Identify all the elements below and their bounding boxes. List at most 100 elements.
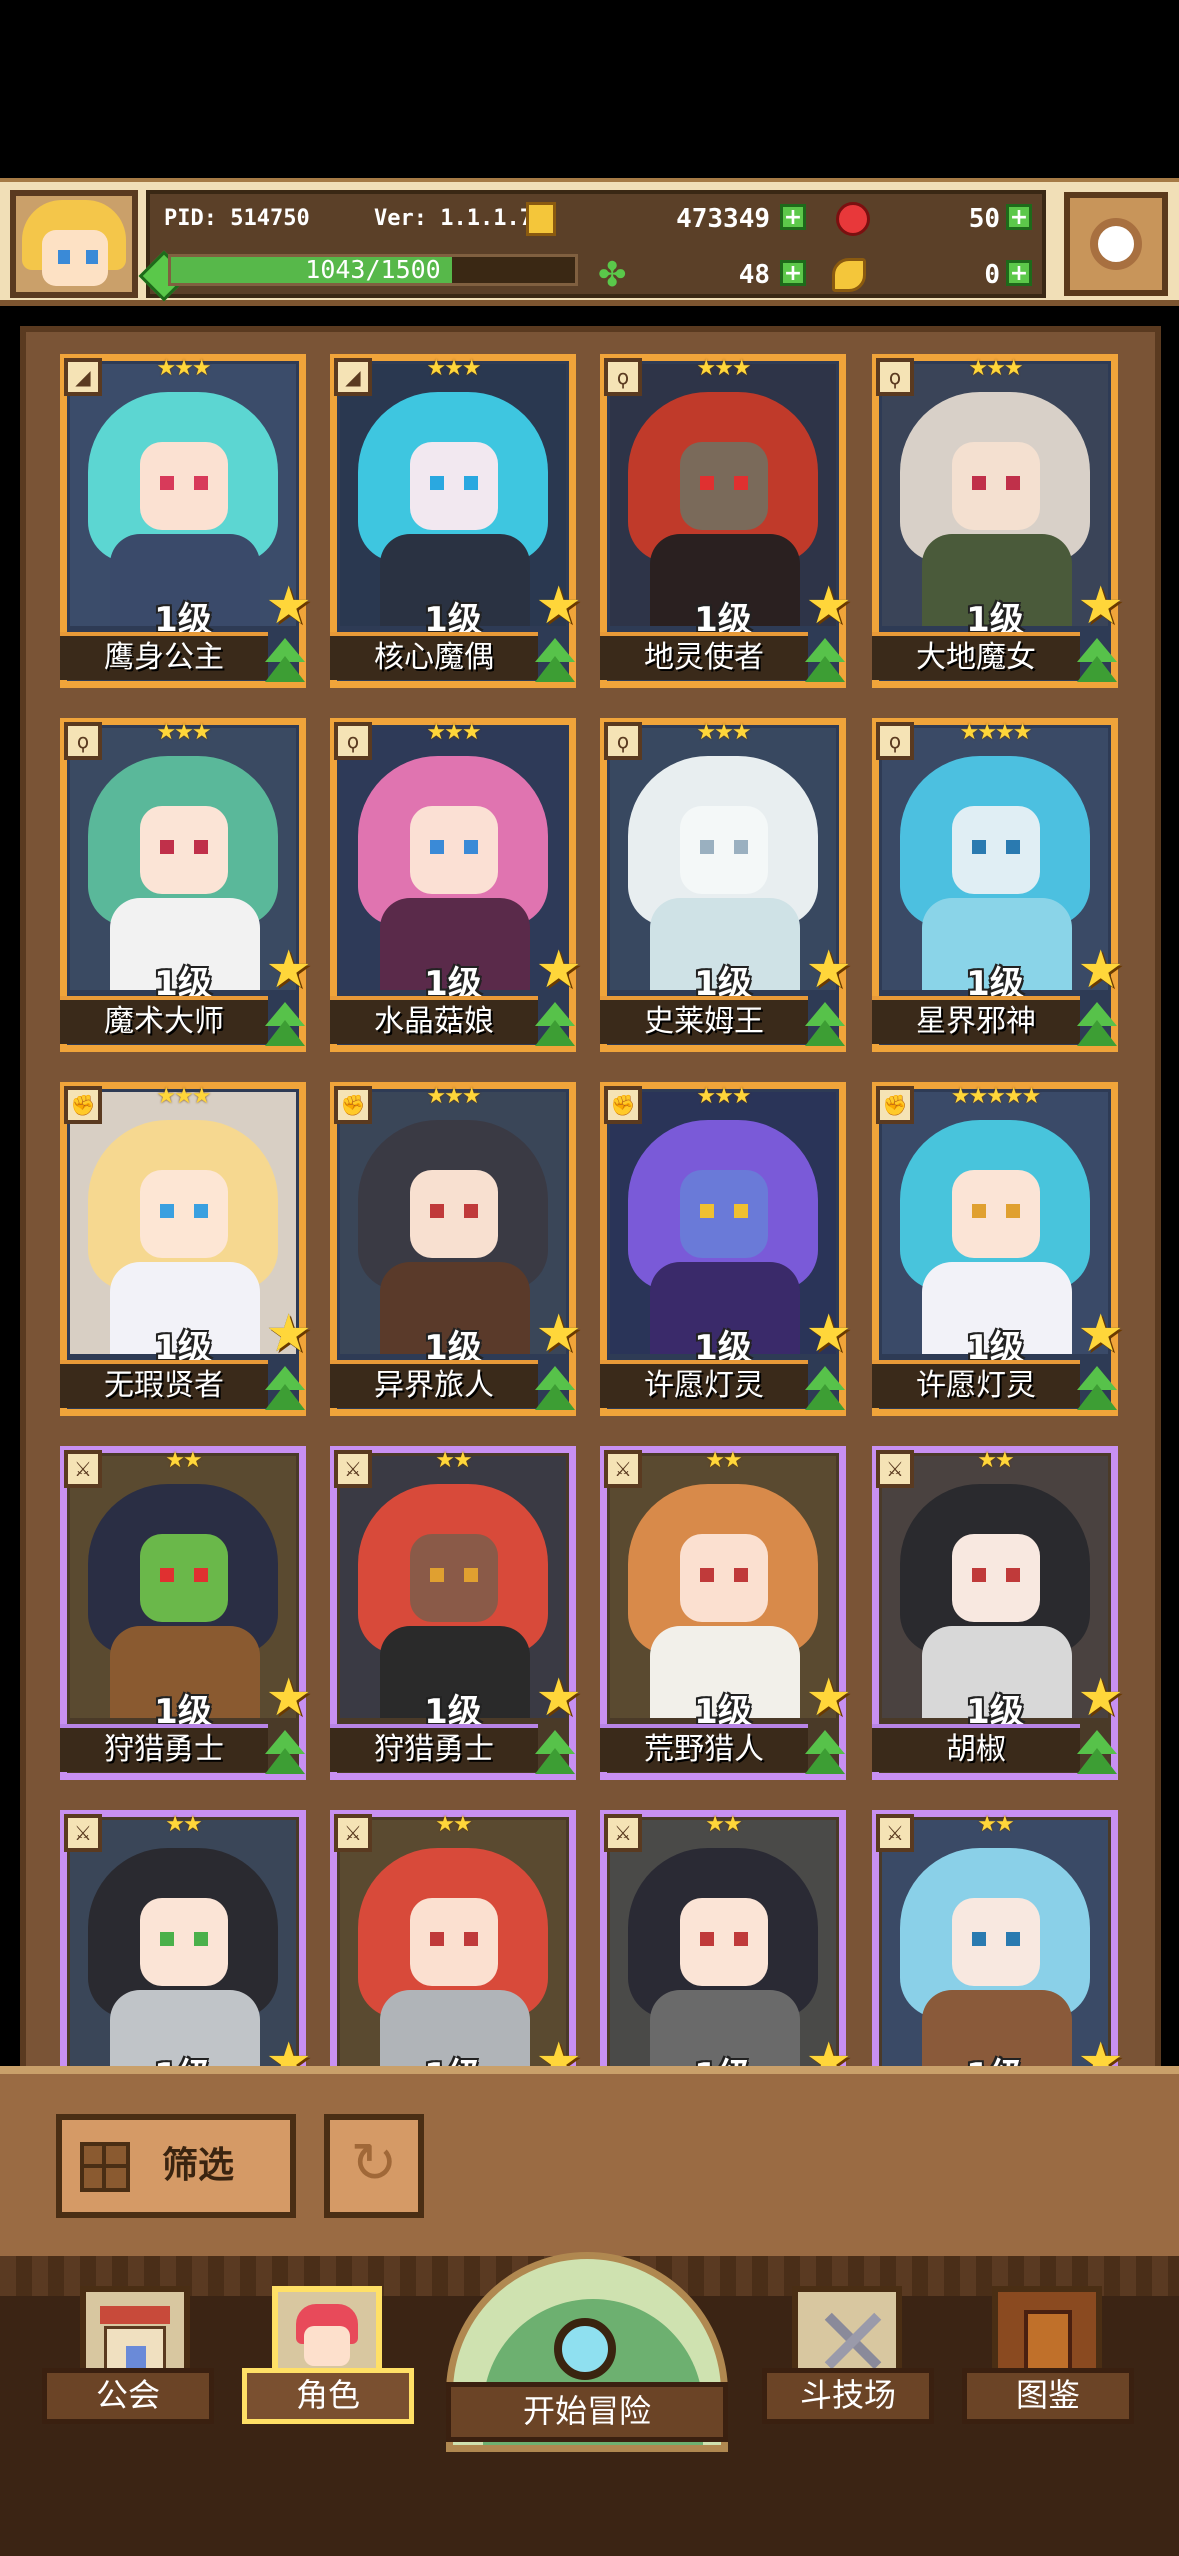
portrait-eye bbox=[194, 1568, 208, 1582]
rarity-stars: ★★★ bbox=[968, 356, 1023, 381]
portrait-eye bbox=[700, 476, 714, 490]
portrait-face bbox=[140, 442, 228, 530]
level-up-arrow-icon[interactable] bbox=[530, 1364, 580, 1414]
portrait-eye bbox=[972, 1204, 986, 1218]
nav-arena-label: 斗技场 bbox=[762, 2368, 934, 2424]
level-up-arrow-icon[interactable] bbox=[800, 636, 850, 686]
character-name: 星界邪神 bbox=[916, 1004, 1036, 1039]
filter-button-label: 筛选 bbox=[162, 2145, 235, 2186]
star-upgrade-icon[interactable]: ★ bbox=[535, 1308, 582, 1360]
portrait-eye bbox=[194, 840, 208, 854]
level-up-arrow-icon[interactable] bbox=[260, 1728, 310, 1778]
character-portrait bbox=[610, 1820, 836, 2075]
character-name: 无瑕贤者 bbox=[104, 1368, 224, 1403]
portrait-face bbox=[410, 1898, 498, 1986]
star-upgrade-icon[interactable]: ★ bbox=[265, 944, 312, 996]
star-upgrade-icon[interactable]: ★ bbox=[535, 944, 582, 996]
portrait-eye bbox=[1006, 1568, 1020, 1582]
level-up-arrow-icon[interactable] bbox=[1072, 1000, 1122, 1050]
star-upgrade-icon[interactable]: ★ bbox=[265, 580, 312, 632]
star-upgrade-icon[interactable]: ★ bbox=[805, 944, 852, 996]
level-up-arrow-icon[interactable] bbox=[530, 1000, 580, 1050]
character-card[interactable]: ⚔ ★★ 1级 狩猎勇士 ★ bbox=[330, 1446, 582, 1780]
portrait-eye bbox=[700, 1932, 714, 1946]
character-card[interactable]: ✊ ★★★ 1级 许愿灯灵 ★ bbox=[600, 1082, 852, 1416]
star-upgrade-icon[interactable]: ★ bbox=[1077, 1308, 1124, 1360]
character-portrait bbox=[882, 1092, 1108, 1354]
character-portrait bbox=[610, 1456, 836, 1718]
character-card[interactable]: ϙ ★★★★ 1级 星界邪神 ★ bbox=[872, 718, 1124, 1052]
character-name: 魔术大师 bbox=[104, 1004, 224, 1039]
character-card[interactable]: ◢ ★★★ 1级 核心魔偶 ★ bbox=[330, 354, 582, 688]
level-up-arrow-icon[interactable] bbox=[530, 636, 580, 686]
level-up-arrow-icon[interactable] bbox=[800, 1364, 850, 1414]
level-up-arrow-icon[interactable] bbox=[530, 1728, 580, 1778]
level-up-arrow-icon[interactable] bbox=[260, 1364, 310, 1414]
star-upgrade-icon[interactable]: ★ bbox=[1077, 580, 1124, 632]
portrait-eye bbox=[1006, 840, 1020, 854]
portrait-face bbox=[140, 1898, 228, 1986]
character-card[interactable]: ⚔ ★★ 1级 ★ bbox=[872, 1810, 1124, 2075]
rarity-stars: ★★★ bbox=[156, 356, 211, 381]
star-upgrade-icon[interactable]: ★ bbox=[805, 1308, 852, 1360]
character-card[interactable]: ⚔ ★★ 1级 荒野猎人 ★ bbox=[600, 1446, 852, 1780]
character-name: 荒野猎人 bbox=[644, 1732, 764, 1767]
character-card[interactable]: ⚔ ★★ 1级 胡椒 ★ bbox=[872, 1446, 1124, 1780]
character-portrait bbox=[610, 1092, 836, 1354]
rarity-stars: ★★★★ bbox=[959, 720, 1033, 745]
level-up-arrow-icon[interactable] bbox=[800, 1728, 850, 1778]
character-portrait bbox=[340, 364, 566, 626]
level-up-arrow-icon[interactable] bbox=[800, 1000, 850, 1050]
character-card[interactable]: ⚔ ★★ 1级 狩猎勇士 ★ bbox=[60, 1446, 312, 1780]
character-card[interactable]: ⚔ ★★ 1级 ★ bbox=[60, 1810, 312, 2075]
star-upgrade-icon[interactable]: ★ bbox=[805, 580, 852, 632]
rarity-stars: ★★ bbox=[705, 1812, 742, 1837]
star-upgrade-icon[interactable]: ★ bbox=[265, 1672, 312, 1724]
star-upgrade-icon[interactable]: ★ bbox=[805, 1672, 852, 1724]
character-card[interactable]: ⚔ ★★ 1级 ★ bbox=[600, 1810, 852, 2075]
portrait-eye bbox=[464, 1568, 478, 1582]
character-portrait bbox=[882, 364, 1108, 626]
portrait-eye bbox=[700, 1204, 714, 1218]
character-card[interactable]: ✊ ★★★ 1级 异界旅人 ★ bbox=[330, 1082, 582, 1416]
character-card[interactable]: ✊ ★★★ 1级 无瑕贤者 ★ bbox=[60, 1082, 312, 1416]
level-up-arrow-icon[interactable] bbox=[1072, 1364, 1122, 1414]
character-name: 许愿灯灵 bbox=[644, 1368, 764, 1403]
portrait-face bbox=[680, 1898, 768, 1986]
character-card[interactable]: ϙ ★★★ 1级 魔术大师 ★ bbox=[60, 718, 312, 1052]
character-portrait bbox=[882, 1820, 1108, 2075]
portrait-face bbox=[680, 442, 768, 530]
star-upgrade-icon[interactable]: ★ bbox=[265, 1308, 312, 1360]
portrait-eye bbox=[430, 1568, 444, 1582]
filter-button[interactable]: 筛选 bbox=[56, 2114, 296, 2218]
level-up-arrow-icon[interactable] bbox=[260, 1000, 310, 1050]
star-upgrade-icon[interactable]: ★ bbox=[535, 580, 582, 632]
portrait-eye bbox=[430, 840, 444, 854]
portrait-eye bbox=[464, 1204, 478, 1218]
character-card[interactable]: ϙ ★★★ 1级 水晶菇娘 ★ bbox=[330, 718, 582, 1052]
portrait-eye bbox=[1006, 476, 1020, 490]
character-card[interactable]: ◢ ★★★ 1级 鹰身公主 ★ bbox=[60, 354, 312, 688]
filter-panel: 筛选 ↻ bbox=[0, 2066, 1179, 2256]
character-card[interactable]: ✊ ★★★★★ 1级 许愿灯灵 ★ bbox=[872, 1082, 1124, 1416]
character-name: 大地魔女 bbox=[916, 640, 1036, 675]
portrait-face bbox=[410, 1170, 498, 1258]
character-portrait bbox=[882, 1456, 1108, 1718]
refresh-button[interactable]: ↻ bbox=[324, 2114, 424, 2218]
character-card[interactable]: ϙ ★★★ 1级 史莱姆王 ★ bbox=[600, 718, 852, 1052]
character-card[interactable]: ϙ ★★★ 1级 大地魔女 ★ bbox=[872, 354, 1124, 688]
portrait-face bbox=[140, 806, 228, 894]
character-card[interactable]: ϙ ★★★ 1级 地灵使者 ★ bbox=[600, 354, 852, 688]
star-upgrade-icon[interactable]: ★ bbox=[1077, 1672, 1124, 1724]
portrait-face bbox=[410, 1534, 498, 1622]
start-adventure-button[interactable]: 开始冒险 bbox=[446, 2252, 728, 2452]
star-upgrade-icon[interactable]: ★ bbox=[535, 1672, 582, 1724]
level-up-arrow-icon[interactable] bbox=[260, 636, 310, 686]
character-card[interactable]: ⚔ ★★ 1级 ★ bbox=[330, 1810, 582, 2075]
portrait-eye bbox=[734, 476, 748, 490]
level-up-arrow-icon[interactable] bbox=[1072, 1728, 1122, 1778]
portrait-eye bbox=[160, 1568, 174, 1582]
star-upgrade-icon[interactable]: ★ bbox=[1077, 944, 1124, 996]
level-up-arrow-icon[interactable] bbox=[1072, 636, 1122, 686]
character-name: 异界旅人 bbox=[374, 1368, 494, 1403]
